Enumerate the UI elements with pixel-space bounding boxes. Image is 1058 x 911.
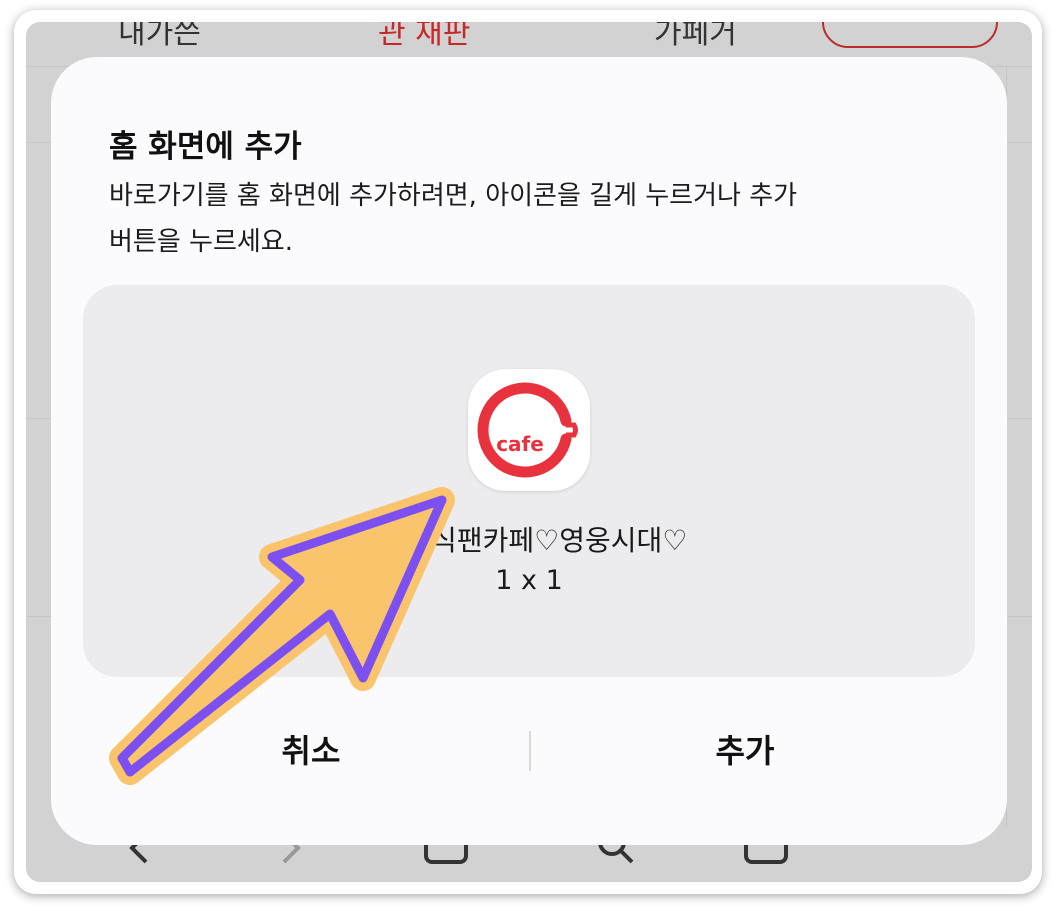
description-line-2: 버튼을 누르세요. <box>109 227 293 257</box>
shortcut-size: 1 x 1 <box>495 565 563 596</box>
shortcut-name: 임 공식팬카페♡영웅시대♡ <box>370 524 688 557</box>
bg-tab-right[interactable]: 가페거 <box>654 22 737 52</box>
add-to-home-dialog: 홈 화면에 추가 바로가기를 홈 화면에 추가하려면, 아이콘을 길게 누르거나… <box>51 57 1007 845</box>
bg-tab-active[interactable]: 관 재판 <box>378 22 470 52</box>
shortcut-preview[interactable]: cafe 임 공식팬카페♡영웅시대♡ 1 x 1 <box>83 285 975 677</box>
dialog-title: 홈 화면에 추가 <box>109 129 302 165</box>
bg-tab-left[interactable]: 내가쓴 <box>118 22 201 52</box>
dialog-description: 바로가기를 홈 화면에 추가하려면, 아이콘을 길게 누르거나 추가 버튼을 누… <box>109 173 909 265</box>
daum-cafe-icon[interactable]: cafe <box>468 369 590 491</box>
description-line-1: 바로가기를 홈 화면에 추가하려면, 아이콘을 길게 누르거나 추가 <box>109 181 798 211</box>
bg-outline-button[interactable] <box>822 22 998 48</box>
cafe-icon-label: cafe <box>496 432 544 456</box>
cancel-button[interactable]: 취소 <box>81 721 541 781</box>
add-button[interactable]: 추가 <box>515 721 975 781</box>
